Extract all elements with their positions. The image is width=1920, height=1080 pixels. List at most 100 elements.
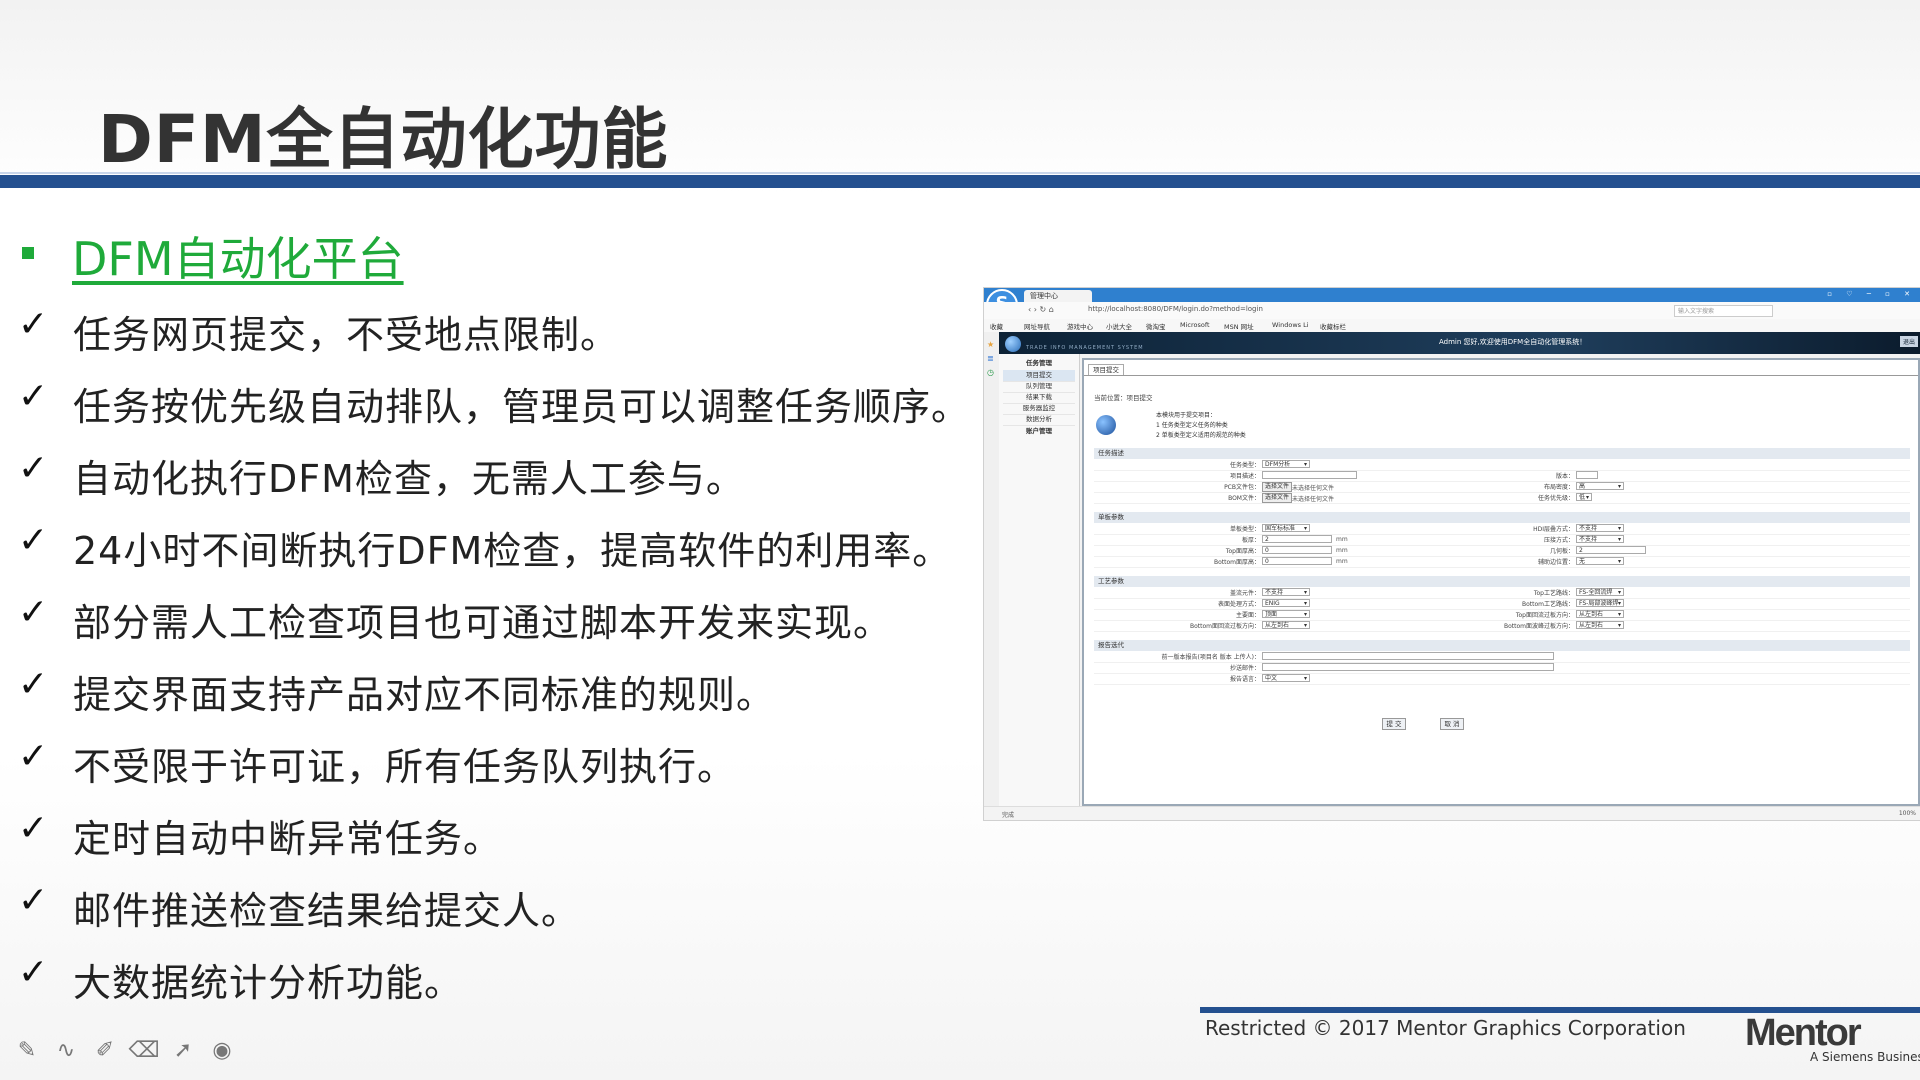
top-direction-label: Top面回流过板方向： [1515,612,1574,619]
window-controls[interactable]: ▫ ♡ ─ ▫ ✕ [1827,290,1916,298]
browser-screenshot: 管理中心 ▫ ♡ ─ ▫ ✕ S ‹ › ↻ ⌂ http://localhos… [983,287,1920,821]
note-line: 1 任务类型定义任务的种类 [1156,422,1228,429]
priority-select[interactable]: 低 [1576,493,1592,502]
check-icon: ✓ [18,304,49,345]
nav-data-analysis[interactable]: 数据分析 [1003,414,1075,426]
breadcrumb: 当前位置：项目提交 [1094,394,1153,402]
check-icon: ✓ [18,808,49,849]
hdi-select[interactable]: 不支持 [1576,524,1624,533]
board-type-select[interactable]: 国军标标准 [1262,524,1310,533]
favorite-item[interactable]: MSN 网址 [1224,321,1254,331]
bom-choose-file-button[interactable]: 选择文件 [1262,493,1293,503]
history-icon[interactable]: ◷ [987,368,994,377]
surface-finish-select[interactable]: ENIG [1262,599,1310,608]
bullet-text: 不受限于许可证，所有任务队列执行。 [73,745,737,789]
bottom-reflow-dir-select[interactable]: 从左到右 [1262,621,1310,630]
browser-tab[interactable]: 管理中心 [1024,290,1092,302]
cancel-button[interactable]: 取 消 [1440,718,1464,730]
layout-density-select[interactable]: 高 [1576,482,1624,491]
globe-info-icon [1096,415,1116,435]
address-bar: ‹ › ↻ ⌂ http://localhost:8080/DFM/login.… [984,302,1920,320]
check-icon: ✓ [18,736,49,777]
pointer-icon[interactable]: ➚ [170,1037,196,1063]
reinforce-select[interactable]: 不支持 [1262,588,1310,597]
favorite-item[interactable]: 微淘宝 [1146,321,1166,331]
nav-task-management[interactable]: 任务管理 [1003,358,1075,369]
record-icon[interactable]: ◉ [209,1037,235,1063]
pcb-choose-file-button[interactable]: 选择文件 [1262,482,1293,492]
bullet-text: 提交界面支持产品对应不同标准的规则。 [73,673,776,717]
nav-account-management[interactable]: 账户管理 [1003,426,1075,437]
nav-arrows-icon[interactable]: ‹ › ↻ ⌂ [1028,305,1054,314]
favorite-item[interactable]: 游戏中心 [1067,321,1093,331]
version-input[interactable] [1576,471,1598,479]
form-row: 任务类型： DFM分析 [1094,460,1910,471]
logout-button[interactable]: 退出 [1899,336,1918,347]
check-icon: ✓ [18,880,49,921]
task-type-select[interactable]: DFM分析 [1262,460,1310,469]
bullet-text: 任务按优先级自动排队，管理员可以调整任务顺序。 [73,385,971,429]
main-side-select[interactable]: 顶面 [1262,610,1310,619]
check-icon: ✓ [18,520,49,561]
app-sidebar: 任务管理 项目提交 队列管理 结果下载 服务器监控 数据分析 账户管理 [999,354,1080,806]
top-height-label: Top面厚高： [1225,548,1260,555]
prev-report-input[interactable] [1262,652,1554,660]
favorite-item[interactable]: Windows Li [1272,321,1309,329]
favorite-item[interactable]: 小说大全 [1106,321,1132,331]
favorite-item[interactable]: 收藏 [990,321,1003,331]
priority-label: 任务优先级： [1537,495,1574,502]
bullet-text: 定时自动中断异常任务。 [73,817,503,861]
title-underline-bar [0,175,1920,188]
top-height-input[interactable]: 0 [1262,546,1332,554]
pressfit-select[interactable]: 不支持 [1576,535,1624,544]
pressfit-label: 压接方式： [1543,537,1574,544]
pen-icon[interactable]: ✎ [14,1037,40,1063]
bottom-height-input[interactable]: 0 [1262,557,1332,565]
status-text: 完成 [1002,812,1015,819]
curve-icon[interactable]: ∿ [53,1037,79,1063]
note-line: 2 单板类型定义适用的规范的种类 [1156,432,1246,439]
bottom-route-select[interactable]: FS-局部波峰焊 [1576,599,1624,608]
project-desc-label: 项目描述： [1229,473,1260,480]
subheading-link[interactable]: DFM自动化平台 [72,223,404,289]
star-icon[interactable]: ★ [987,340,994,349]
panel-input[interactable]: 2 [1576,546,1646,554]
section-board: 单板参数 [1094,512,1910,523]
thickness-input[interactable]: 2 [1262,535,1332,543]
url-field[interactable]: http://localhost:8080/DFM/login.do?metho… [1088,305,1488,315]
cc-email-input[interactable] [1262,663,1554,671]
top-direction-select[interactable]: 从左到右 [1576,610,1624,619]
unit-label: mm [1336,558,1348,565]
thickness-label: 板厚： [1241,537,1260,544]
aux-edge-select[interactable]: 无 [1576,557,1624,566]
submit-button[interactable]: 提 交 [1382,718,1406,730]
project-desc-input[interactable] [1262,471,1357,479]
app-banner: TRADE INFO MANAGEMENT SYSTEM Admin 您好,欢迎… [999,332,1920,354]
favorite-item[interactable]: Microsoft [1180,321,1210,329]
title-underline-thin [0,172,1920,174]
note-line: 本模块用于提交项目： [1156,412,1217,419]
mentor-logo: Mentor [1745,1012,1862,1054]
favorite-item[interactable]: 网址导航 [1024,321,1050,331]
prev-report-label: 前一版本报告(项目名 版本 上传人)： [1161,654,1261,661]
bottom-wave-dir-select[interactable]: 从左到右 [1576,621,1624,630]
reinforce-label: 盖流元件： [1229,590,1260,597]
form-row: Top面厚高： 0 mm 几何板： 2 [1094,546,1910,557]
check-icon: ✓ [18,448,49,489]
section-process: 工艺参数 [1094,576,1910,587]
list-icon[interactable]: ≣ [987,354,994,363]
unit-label: mm [1336,536,1348,543]
browser-search-input[interactable]: 输入文字搜索 [1674,305,1773,317]
form-row: 项目描述： 版本： [1094,471,1910,482]
eraser-icon[interactable]: ⌫ [128,1037,159,1063]
favorite-item[interactable]: 收藏标栏 [1320,321,1346,331]
report-language-select[interactable]: 中文 [1262,674,1310,683]
highlighter-icon[interactable]: ✐ [92,1037,118,1063]
welcome-text: Admin 您好,欢迎使用DFM全自动化管理系统！ [1439,338,1587,346]
zoom-level[interactable]: 100% [1899,810,1916,817]
main-side-label: 主要面： [1235,612,1260,619]
bottom-route-label: Bottom工艺路线： [1521,601,1574,608]
form-row: 单板类型： 国军标标准 HDI层叠方式： 不支持 [1094,524,1910,535]
top-route-select[interactable]: FS-全回流焊 [1576,588,1624,597]
presenter-toolbar: ✎ ∿ ✐ ⌫ ➚ ◉ [14,1037,235,1063]
